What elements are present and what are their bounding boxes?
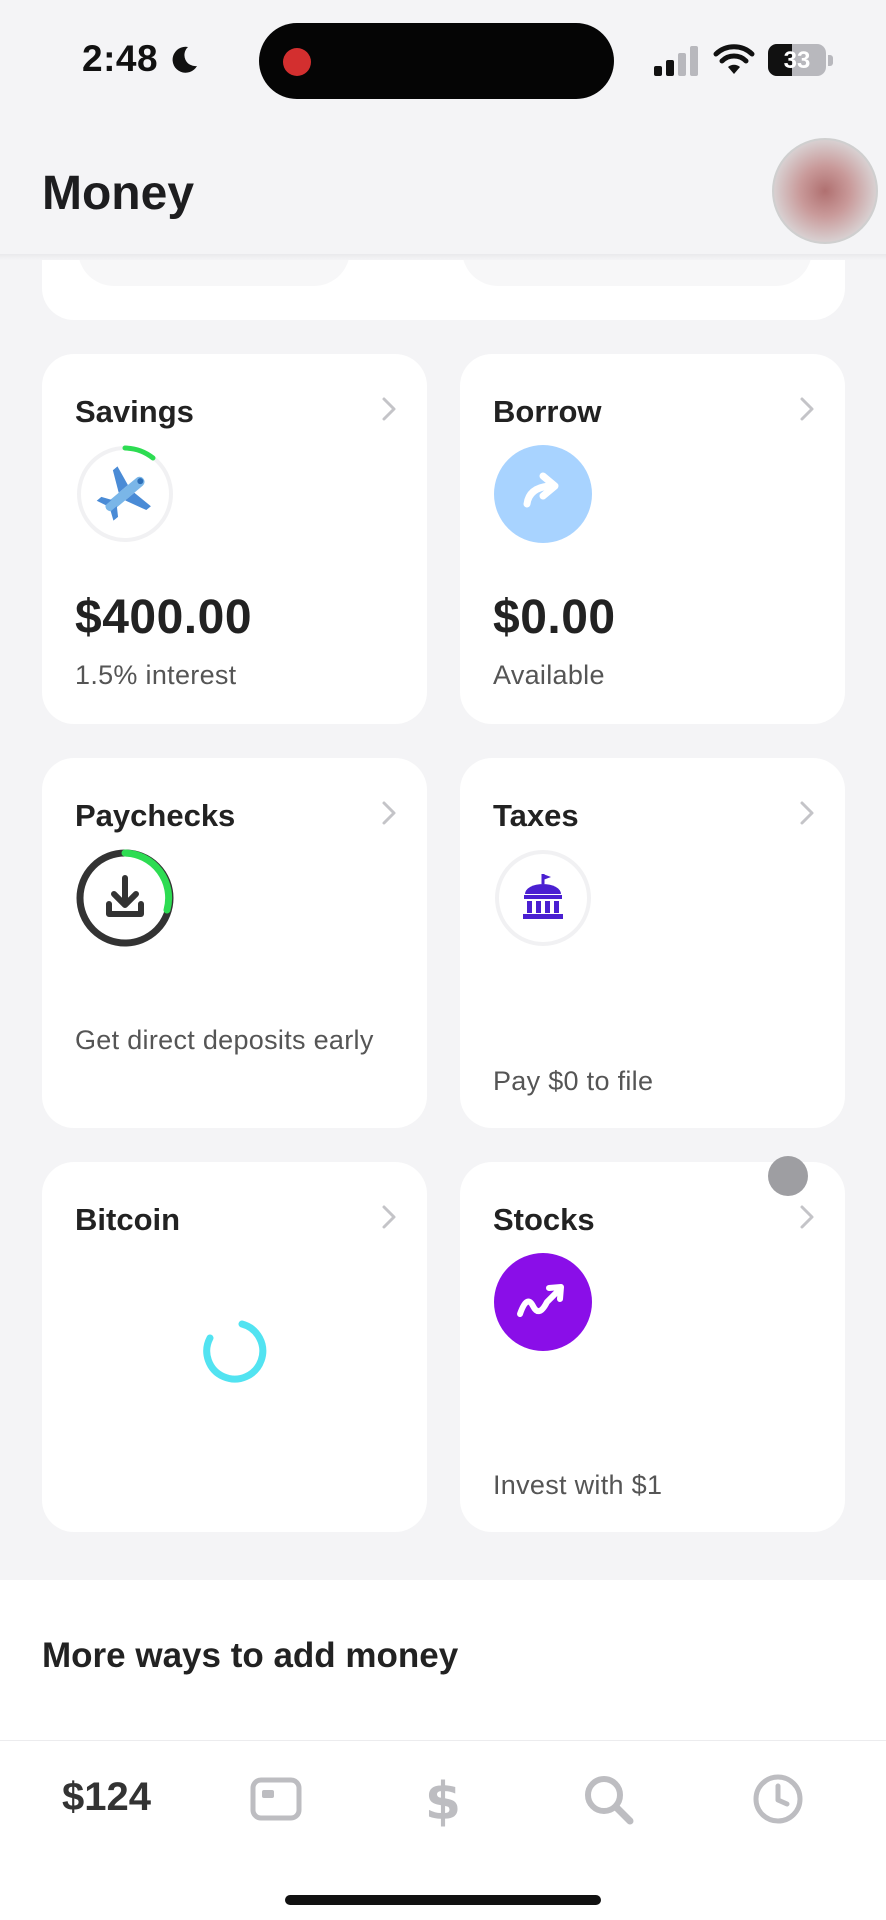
chevron-right-icon — [800, 801, 814, 825]
paychecks-tile[interactable]: Paychecks Get direct deposits early — [42, 758, 427, 1128]
loading-spinner-icon — [203, 1320, 267, 1383]
status-time: 2:48 — [82, 38, 159, 79]
borrow-title: Borrow — [493, 394, 602, 429]
chevron-right-icon — [382, 801, 396, 825]
government-building-icon — [495, 850, 591, 946]
taxes-title: Taxes — [493, 798, 579, 833]
bitcoin-tile[interactable]: Bitcoin — [42, 1162, 427, 1532]
moon-icon — [172, 46, 197, 73]
header-divider — [0, 254, 886, 260]
chevron-right-icon — [800, 397, 814, 421]
savings-title: Savings — [75, 394, 194, 429]
battery-icon: 33 — [768, 44, 834, 76]
status-bar: 2:48 33 — [0, 0, 886, 120]
touch-indicator — [768, 1156, 808, 1196]
airplane-icon — [77, 445, 173, 542]
dynamic-island — [259, 23, 614, 99]
tab-bar: $124 $ — [0, 1740, 886, 1920]
search-icon[interactable] — [580, 1771, 636, 1827]
signal-icon — [654, 46, 698, 76]
page-header: Money — [0, 120, 886, 254]
more-ways-title: More ways to add money — [42, 1636, 459, 1675]
taxes-tile[interactable]: Taxes Pay $0 to file — [460, 758, 845, 1128]
dollar-icon[interactable]: $ — [415, 1771, 471, 1827]
download-icon — [76, 849, 174, 947]
paychecks-title: Paychecks — [75, 798, 236, 833]
activity-clock-icon[interactable] — [750, 1771, 806, 1827]
svg-text:$: $ — [425, 1772, 461, 1827]
profile-avatar[interactable] — [772, 138, 878, 244]
tab-balance[interactable]: $124 — [62, 1775, 151, 1820]
battery-level: 33 — [783, 47, 811, 74]
savings-amount: $400.00 — [75, 591, 253, 644]
stocks-tile[interactable]: Stocks Invest with $1 — [460, 1162, 845, 1532]
bitcoin-title: Bitcoin — [75, 1202, 181, 1237]
more-ways-section[interactable]: More ways to add money — [0, 1580, 886, 1740]
home-indicator — [285, 1895, 601, 1905]
stocks-description: Invest with $1 — [493, 1470, 663, 1500]
recording-indicator — [283, 48, 311, 76]
taxes-description: Pay $0 to file — [493, 1066, 654, 1096]
wifi-icon — [713, 44, 755, 74]
savings-tile[interactable]: Savings $400.00 1.5% interest — [42, 354, 427, 724]
borrow-arrow-icon — [494, 445, 592, 543]
stocks-title: Stocks — [493, 1202, 595, 1237]
chevron-right-icon — [382, 397, 396, 421]
card-icon[interactable] — [248, 1771, 304, 1827]
borrow-tile[interactable]: Borrow $0.00 Available — [460, 354, 845, 724]
chevron-right-icon — [800, 1205, 814, 1229]
borrow-amount: $0.00 — [493, 591, 616, 644]
chevron-right-icon — [382, 1205, 396, 1229]
borrow-available: Available — [493, 660, 605, 690]
savings-interest: 1.5% interest — [75, 660, 237, 690]
stocks-trend-icon — [494, 1253, 592, 1351]
paychecks-description: Get direct deposits early — [75, 1025, 374, 1055]
page-title: Money — [42, 167, 195, 220]
